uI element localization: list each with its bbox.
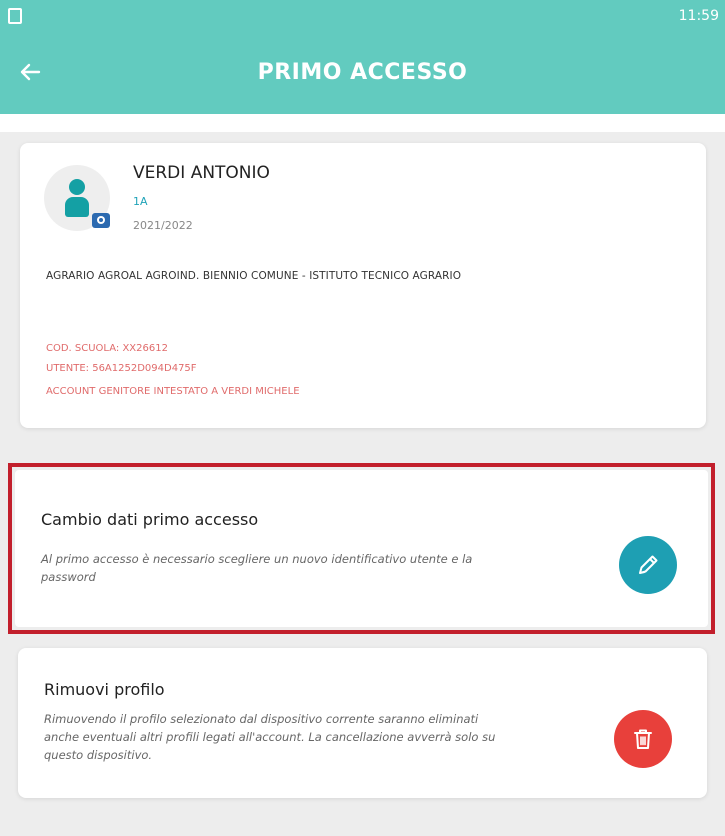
status-bar: 11:59 xyxy=(0,0,725,36)
account-owner: ACCOUNT GENITORE INTESTATO A VERDI MICHE… xyxy=(46,386,300,397)
status-time: 11:59 xyxy=(678,8,719,24)
student-name: VERDI ANTONIO xyxy=(133,163,270,183)
change-access-title: Cambio dati primo accesso xyxy=(41,510,259,529)
school-code: COD. SCUOLA: XX26612 xyxy=(46,343,168,354)
student-class: 1A xyxy=(133,195,148,208)
school-name: AGRARIO AGROAL AGROIND. BIENNIO COMUNE -… xyxy=(46,270,462,282)
page-title: PRIMO ACCESSO xyxy=(257,60,468,85)
user-code: UTENTE: 56A1252D094D475F xyxy=(46,363,197,374)
remove-profile-description: Rimuovendo il profilo selezionato dal di… xyxy=(44,712,496,762)
change-access-card[interactable]: Cambio dati primo accesso Al primo acces… xyxy=(15,470,708,627)
camera-icon[interactable] xyxy=(92,213,110,228)
trash-icon xyxy=(634,729,652,749)
content-top-strip xyxy=(0,114,725,132)
remove-profile-card[interactable]: Rimuovi profilo Rimuovendo il profilo se… xyxy=(18,648,707,798)
app-header: PRIMO ACCESSO xyxy=(0,36,725,114)
pencil-icon xyxy=(639,555,658,574)
edit-button[interactable] xyxy=(619,536,677,594)
change-access-description: Al primo accesso è necessario scegliere … xyxy=(41,552,473,584)
school-year: 2021/2022 xyxy=(133,219,193,232)
profile-card: VERDI ANTONIO 1A 2021/2022 AGRARIO AGROA… xyxy=(20,143,706,428)
app-notification-icon xyxy=(8,8,22,24)
delete-button[interactable] xyxy=(614,710,672,768)
remove-profile-title: Rimuovi profilo xyxy=(44,680,165,699)
